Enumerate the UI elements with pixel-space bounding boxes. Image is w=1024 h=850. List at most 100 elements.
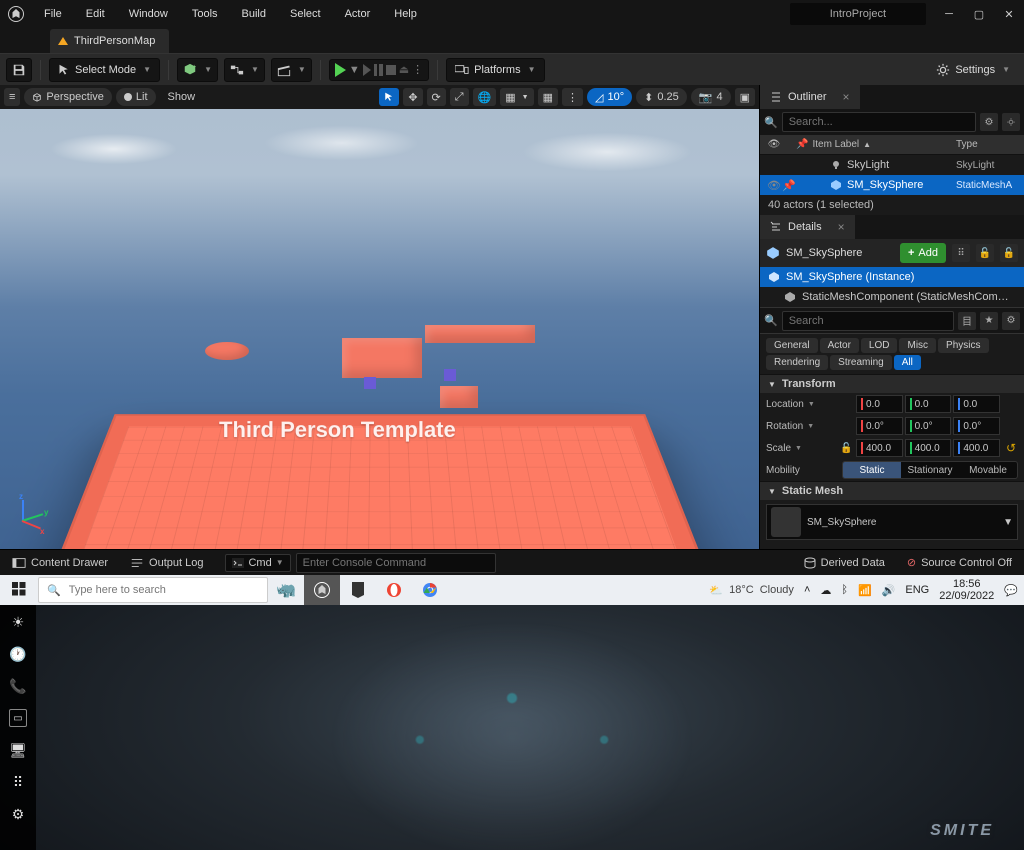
launcher-clock-icon[interactable]: 🕐 (9, 645, 27, 663)
pin-toggle[interactable]: 📌 (782, 179, 796, 192)
outliner-row-selected[interactable]: 👁 📌 SM_SkySphere StaticMeshA (760, 175, 1024, 195)
surface-snap-button[interactable]: ▦▼ (500, 88, 533, 106)
scale-y[interactable]: 400.0 (905, 439, 952, 457)
component-row[interactable]: StaticMeshComponent (StaticMeshComponent… (760, 287, 1024, 307)
grid-snap-button[interactable]: ▦ (538, 88, 558, 106)
lit-button[interactable]: Lit (116, 88, 156, 106)
location-y[interactable]: 0.0 (905, 395, 952, 413)
category-misc[interactable]: Misc (899, 338, 936, 353)
grid-snap-value[interactable]: ⋮ (562, 88, 583, 106)
details-search-input[interactable] (782, 311, 954, 331)
console-input[interactable] (296, 553, 496, 573)
mobility-stationary[interactable]: Stationary (901, 462, 959, 478)
stop-button[interactable] (386, 65, 396, 75)
rotation-z[interactable]: 0.0° (953, 417, 1000, 435)
outliner-filter-button[interactable]: ⚙ (980, 113, 998, 131)
document-tab[interactable]: ThirdPersonMap (50, 29, 169, 53)
menu-actor[interactable]: Actor (333, 0, 383, 28)
scale-snap-button[interactable]: ⬍0.25 (636, 88, 687, 106)
static-mesh-section-header[interactable]: ▼Static Mesh (760, 481, 1024, 500)
settings-button[interactable]: Settings ▼ (928, 58, 1018, 82)
content-drawer-button[interactable]: Content Drawer (6, 557, 114, 569)
outliner-tab[interactable]: Outliner × (760, 85, 860, 109)
show-button[interactable]: Show (160, 88, 204, 106)
window-minimize-button[interactable]: ─ (934, 0, 964, 28)
viewport-maximize-button[interactable]: ▣ (735, 88, 755, 106)
details-filter-button[interactable]: 目 (958, 312, 976, 330)
outliner-header[interactable]: 👁 📌Item Label ▲ Type (760, 135, 1024, 155)
rotate-tool[interactable]: ⟳ (427, 88, 446, 106)
language-indicator[interactable]: ENG (905, 584, 929, 596)
taskbar-app-opera[interactable] (376, 575, 412, 605)
select-tool[interactable] (379, 88, 399, 106)
derived-data-button[interactable]: Derived Data (798, 557, 891, 569)
category-all[interactable]: All (894, 355, 921, 370)
chevron-down-icon[interactable]: ▼ (795, 445, 802, 452)
viewport-options-button[interactable]: ≡ (4, 88, 20, 106)
menu-edit[interactable]: Edit (74, 0, 117, 28)
taskbar-app-unreal[interactable] (304, 575, 340, 605)
details-tab[interactable]: Details × (760, 215, 855, 239)
menu-file[interactable]: File (32, 0, 74, 28)
onedrive-icon[interactable]: ☁ (820, 584, 831, 597)
taskbar-app-epic[interactable] (340, 575, 376, 605)
close-icon[interactable]: × (838, 220, 845, 234)
details-favorite-button[interactable]: ★ (980, 312, 998, 330)
menu-build[interactable]: Build (230, 0, 278, 28)
details-lock-button[interactable]: 🔓 (976, 244, 994, 262)
mobility-static[interactable]: Static (843, 462, 901, 478)
launcher-settings-icon[interactable]: ⚙ (9, 805, 27, 823)
category-streaming[interactable]: Streaming (830, 355, 892, 370)
category-general[interactable]: General (766, 338, 818, 353)
wifi-icon[interactable]: 📶 (858, 584, 872, 597)
bluetooth-icon[interactable]: ᛒ (841, 584, 848, 596)
save-button[interactable] (6, 58, 32, 82)
tray-chevron-icon[interactable]: ˄ (804, 584, 810, 596)
outliner-settings-button[interactable] (1002, 113, 1020, 131)
details-browse-button[interactable]: ⠿ (952, 244, 970, 262)
clock[interactable]: 18:56 22/09/2022 (939, 578, 994, 602)
weather-widget[interactable]: ⛅ 18°C Cloudy (709, 584, 794, 597)
start-button[interactable] (0, 582, 38, 599)
outliner-search-input[interactable] (782, 112, 976, 132)
cinematics-button[interactable]: ▼ (271, 58, 312, 82)
viewport-canvas[interactable]: Third Person Template z y x (0, 109, 759, 549)
location-z[interactable]: 0.0 (953, 395, 1000, 413)
launcher-monitor-icon[interactable]: 🖥 (9, 741, 27, 759)
perspective-button[interactable]: Perspective (24, 88, 111, 106)
menu-window[interactable]: Window (117, 0, 180, 28)
taskbar-search[interactable]: 🔍 Type here to search (38, 577, 268, 603)
visibility-toggle[interactable]: 👁 (766, 179, 782, 192)
scale-lock-button[interactable]: 🔓 (840, 443, 852, 454)
menu-help[interactable]: Help (382, 0, 429, 28)
blueprint-button[interactable]: ▼ (224, 58, 265, 82)
scale-x[interactable]: 400.0 (856, 439, 903, 457)
taskbar-app-news[interactable]: 🦏 (268, 575, 304, 605)
mobility-movable[interactable]: Movable (959, 462, 1017, 478)
select-mode-button[interactable]: Select Mode ▼ (49, 58, 160, 82)
platforms-button[interactable]: Platforms ▼ (446, 58, 544, 82)
mobility-toggle[interactable]: Static Stationary Movable (842, 461, 1018, 479)
outliner-row[interactable]: SkyLight SkyLight (760, 155, 1024, 175)
skip-button[interactable] (363, 64, 371, 76)
camera-speed-button[interactable]: 📷4 (691, 88, 731, 106)
window-maximize-button[interactable]: ▢ (964, 0, 994, 28)
close-icon[interactable]: × (843, 90, 850, 104)
details-lock2-button[interactable]: 🔓 (1000, 244, 1018, 262)
scale-z[interactable]: 400.0 (953, 439, 1000, 457)
rotation-y[interactable]: 0.0° (905, 417, 952, 435)
launcher-apps-icon[interactable]: ⠿ (9, 773, 27, 791)
rotation-x[interactable]: 0.0° (856, 417, 903, 435)
category-actor[interactable]: Actor (820, 338, 859, 353)
cmd-type-button[interactable]: Cmd▼ (225, 554, 290, 572)
transform-section-header[interactable]: ▼Transform (760, 374, 1024, 393)
window-close-button[interactable]: ✕ (994, 0, 1024, 28)
reset-scale-button[interactable]: ↺ (1004, 441, 1018, 455)
pause-button[interactable] (374, 64, 383, 76)
menu-tools[interactable]: Tools (180, 0, 230, 28)
launcher-phone-icon[interactable]: 📞 (9, 677, 27, 695)
static-mesh-slot[interactable]: SM_SkySphere ▼ (766, 504, 1018, 540)
category-rendering[interactable]: Rendering (766, 355, 828, 370)
notifications-icon[interactable]: 💬 (1004, 584, 1018, 597)
eject-icon[interactable]: ⏏ (399, 63, 409, 76)
